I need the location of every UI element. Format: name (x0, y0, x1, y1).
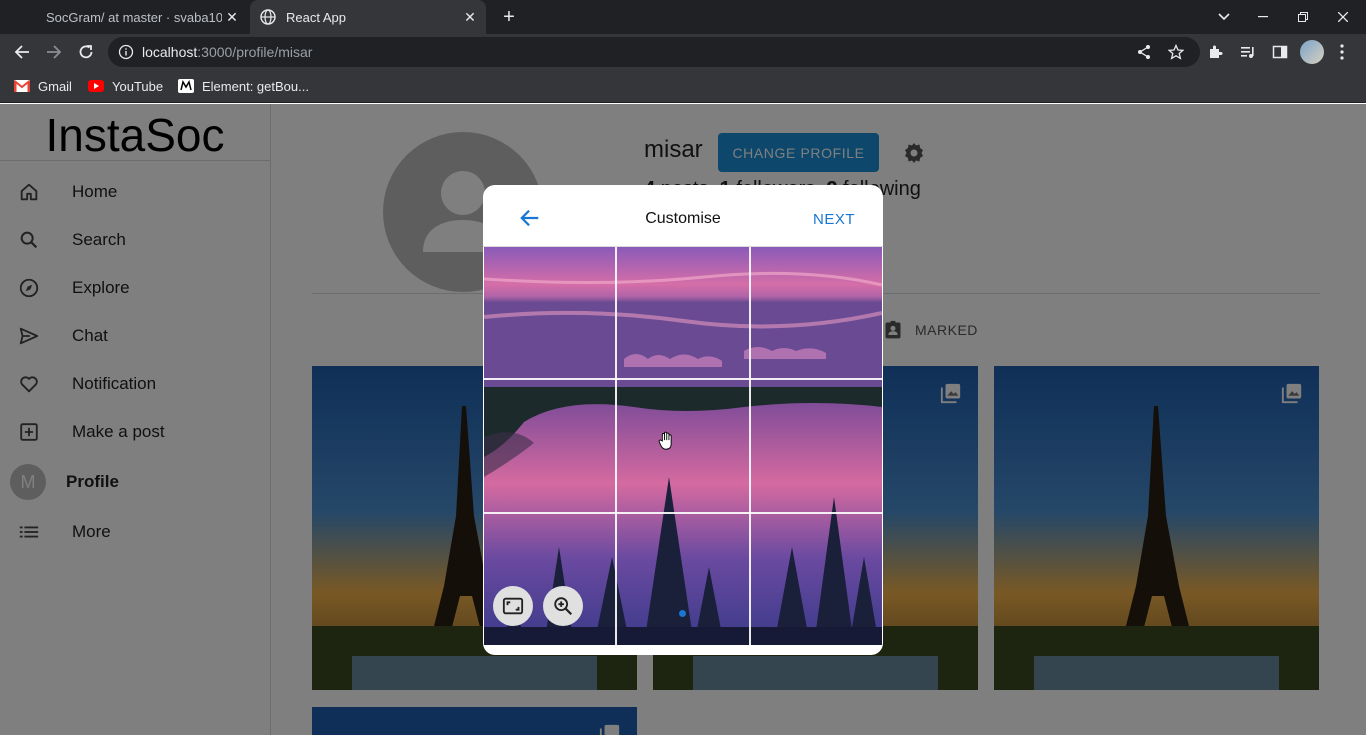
bookmark-label: YouTube (112, 78, 164, 94)
customise-dialog: Customise NEXT (483, 185, 883, 655)
new-tab-button[interactable]: + (498, 7, 520, 27)
dialog-header: Customise NEXT (483, 185, 883, 247)
tab-title: SocGram/ at master · svaba10 (46, 9, 222, 25)
bookmark-youtube[interactable]: YouTube (88, 77, 163, 95)
url-text: localhost:3000/profile/misar (142, 44, 312, 60)
tab-search-icon[interactable] (1204, 0, 1244, 34)
url-host: localhost (142, 44, 198, 60)
forward-arrow-icon[interactable] (42, 40, 66, 64)
close-window-icon[interactable] (1323, 0, 1363, 34)
bookmark-gmail[interactable]: Gmail (14, 77, 72, 95)
browser-tabstrip: SocGram/ at master · svaba10 ✕ React App… (0, 0, 1366, 34)
youtube-icon (88, 79, 104, 93)
crop-grid-line (484, 512, 882, 514)
share-icon[interactable] (1135, 43, 1153, 61)
browser-menu-icon[interactable] (1330, 40, 1354, 64)
back-arrow-icon[interactable] (10, 40, 34, 64)
address-bar[interactable]: localhost:3000/profile/misar (108, 37, 1200, 67)
media-control-icon[interactable] (1236, 40, 1260, 64)
browser-toolbar: localhost:3000/profile/misar (0, 34, 1366, 70)
crop-grid-line (484, 378, 882, 380)
carousel-dot[interactable] (679, 610, 686, 617)
grab-hand-cursor-icon (658, 431, 672, 450)
lake-sunset-image (484, 247, 882, 645)
browser-profile-avatar[interactable] (1300, 40, 1324, 64)
zoom-button[interactable] (543, 586, 583, 626)
bookmarks-bar: Gmail YouTube Element: getBou... (0, 70, 1366, 103)
browser-tab-react-app[interactable]: React App ✕ (250, 0, 486, 34)
bookmark-label: Element: getBou... (202, 78, 309, 94)
close-tab-icon[interactable]: ✕ (462, 9, 478, 25)
aspect-ratio-button[interactable] (493, 586, 533, 626)
bookmark-label: Gmail (38, 78, 72, 94)
github-icon (20, 9, 36, 25)
browser-tab-socgram[interactable]: SocGram/ at master · svaba10 ✕ (8, 0, 248, 34)
info-icon[interactable] (118, 44, 134, 60)
image-crop-area[interactable] (484, 247, 882, 645)
aspect-ratio-icon (502, 597, 524, 615)
zoom-in-icon (554, 597, 573, 616)
element-icon (178, 79, 194, 93)
url-path: :3000/profile/misar (197, 44, 313, 60)
reload-icon[interactable] (74, 40, 98, 64)
bookmark-star-icon[interactable] (1167, 43, 1185, 61)
extensions-icon[interactable] (1204, 40, 1228, 64)
crop-grid-line (749, 247, 751, 645)
next-button[interactable]: NEXT (813, 211, 855, 228)
minimize-icon[interactable] (1243, 0, 1283, 34)
globe-icon (260, 9, 276, 25)
bookmark-element[interactable]: Element: getBou... (178, 77, 309, 95)
side-panel-icon[interactable] (1268, 40, 1292, 64)
close-tab-icon[interactable]: ✕ (224, 9, 240, 25)
crop-grid-line (615, 247, 617, 645)
restore-icon[interactable] (1283, 0, 1323, 34)
tab-title: React App (286, 9, 346, 25)
gmail-icon (14, 79, 30, 93)
